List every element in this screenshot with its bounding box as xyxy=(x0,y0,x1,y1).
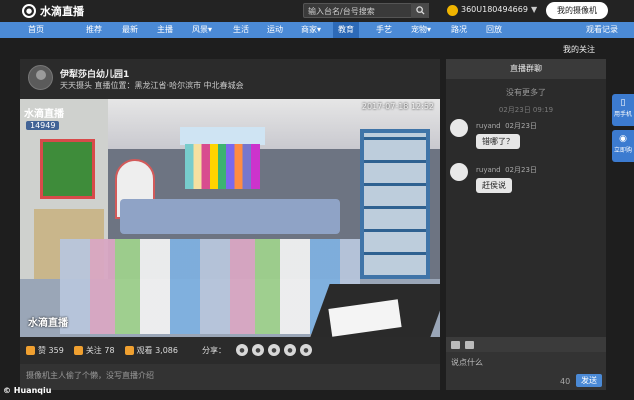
chevron-down-icon[interactable]: ▼ xyxy=(531,5,537,14)
site-logo[interactable]: ● 水滴直播 xyxy=(22,3,84,19)
stream-panel: 伊犁莎白幼儿园1 天天摄头 直播位置：黑龙江省·哈尔滨市 中北春城会 水滴直播 … xyxy=(20,59,440,390)
watch-history-link[interactable]: 观看记录 xyxy=(586,22,618,38)
wechat-share-icon[interactable]: ● xyxy=(284,344,296,356)
nav-item-business[interactable]: 商家▾ xyxy=(301,22,321,38)
nav-item-recommend[interactable]: 推荐 xyxy=(86,22,102,38)
nav-item-education[interactable]: 教育 xyxy=(333,22,359,38)
logo-text: 水滴直播 xyxy=(40,5,84,18)
view-count: 观看 3,086 xyxy=(136,345,178,355)
video-scene-board xyxy=(40,139,95,199)
video-timestamp: 2017-07-18 12:52 xyxy=(361,102,434,111)
nav-item-traffic[interactable]: 路况 xyxy=(451,22,467,38)
chat-bubble: 错哪了？ xyxy=(476,134,520,149)
video-player[interactable]: 水滴直播 14949 2017-07-18 12:52 水滴直播 xyxy=(20,99,440,337)
views-stat: 观看 3,086 xyxy=(124,345,178,356)
my-follows-link[interactable]: 我的关注 xyxy=(563,44,595,55)
video-scene-children xyxy=(60,239,360,334)
like-count: 赞 359 xyxy=(38,345,64,355)
qq-share-icon[interactable]: ● xyxy=(252,344,264,356)
side-tab-mobile[interactable]: ▯ 用手机 xyxy=(612,94,634,126)
viewer-count-badge: 14949 xyxy=(26,121,60,130)
nav-item-scenery[interactable]: 风景▾ xyxy=(192,22,212,38)
no-more-messages: 没有更多了 xyxy=(506,88,546,97)
streamer-avatar[interactable] xyxy=(28,65,53,90)
thumb-up-icon xyxy=(26,345,35,355)
nav-item-crafts[interactable]: 手艺 xyxy=(376,22,392,38)
logo-drop-icon: ● xyxy=(22,4,36,18)
chat-message-meta: ruyand 02月23日 xyxy=(476,165,537,175)
more-share-icon[interactable]: ● xyxy=(300,344,312,356)
chat-date: 02月23日 xyxy=(505,122,537,130)
search-icon xyxy=(415,6,425,15)
stream-location: 天天摄头 直播位置：黑龙江省·哈尔滨市 中北春城会 xyxy=(60,81,244,90)
video-scene-beds xyxy=(120,199,340,234)
chat-date: 02月23日 xyxy=(505,166,537,174)
top-bar: ● 水滴直播 输入台名/台号搜索 360U180494669 ▼ 我的摄像机 xyxy=(0,0,634,22)
chat-panel: 直播群聊 没有更多了 02月23日 09:19 ruyand 02月23日 错哪… xyxy=(446,59,606,390)
stream-stats: 赞 359 关注 78 观看 3,086 分享： ● ● ● ● ● xyxy=(20,341,440,359)
share-label: 分享： xyxy=(202,345,226,355)
chat-message-meta: ruyand 02月23日 xyxy=(476,121,537,131)
send-button[interactable]: 发送 xyxy=(576,374,602,387)
follow-count: 关注 78 xyxy=(85,345,115,355)
eye-icon xyxy=(124,345,134,355)
nav-item-sports[interactable]: 运动 xyxy=(267,22,283,38)
chat-username: ruyand xyxy=(476,122,501,130)
camera-icon: ◉ xyxy=(619,134,627,144)
user-avatar[interactable] xyxy=(447,5,458,16)
nav-item-life[interactable]: 生活 xyxy=(233,22,249,38)
like-button[interactable]: 赞 359 xyxy=(26,345,64,356)
category-nav: 首页 推荐 最新 主播 风景▾ 生活 运动 商家▾ 教育 手艺 宠物▾ 路况 回… xyxy=(0,22,634,38)
char-count: 40 xyxy=(560,377,571,386)
chat-toolbar xyxy=(446,337,606,352)
stream-description: 摄像机主人偷了个懒，没写直播介绍 xyxy=(20,364,440,390)
star-icon xyxy=(73,345,83,355)
video-scene-shelf xyxy=(360,129,430,279)
stream-title: 伊犁莎白幼儿园1 xyxy=(60,70,130,80)
chat-header: 直播群聊 xyxy=(446,59,606,79)
share-icons: ● ● ● ● ● xyxy=(236,344,312,356)
chat-timestamp: 02月23日 09:19 xyxy=(498,106,554,114)
qzone-share-icon[interactable]: ● xyxy=(268,344,280,356)
emoji-icon[interactable] xyxy=(465,340,474,349)
user-id[interactable]: 360U180494669 xyxy=(461,5,528,14)
search-button[interactable] xyxy=(411,3,429,18)
nav-item-latest[interactable]: 最新 xyxy=(122,22,138,38)
avatar[interactable] xyxy=(450,119,468,137)
chat-bubble: 赶侯说 xyxy=(476,178,512,193)
phone-icon: ▯ xyxy=(620,98,626,108)
image-credit: © Huanqiu xyxy=(3,386,52,395)
nav-item-home[interactable]: 首页 xyxy=(28,22,44,38)
video-scene-castle xyxy=(180,127,265,145)
video-watermark-logo: 水滴直播 xyxy=(24,109,64,120)
nav-item-replay[interactable]: 回放 xyxy=(486,22,502,38)
video-watermark-bottom: 水滴直播 xyxy=(28,318,68,329)
video-scene-curtain xyxy=(185,144,260,189)
side-tab-label: 立即购 xyxy=(613,147,632,154)
chat-username: ruyand xyxy=(476,166,501,174)
nav-item-pets[interactable]: 宠物▾ xyxy=(411,22,431,38)
nav-item-hosts[interactable]: 主播 xyxy=(157,22,173,38)
weibo-share-icon[interactable]: ● xyxy=(236,344,248,356)
my-camera-button[interactable]: 我的摄像机 xyxy=(546,2,608,19)
side-tab-buy[interactable]: ◉ 立即购 xyxy=(612,130,634,162)
side-tab-label: 用手机 xyxy=(613,111,632,118)
avatar[interactable] xyxy=(450,163,468,181)
image-icon[interactable] xyxy=(451,340,460,349)
follow-button[interactable]: 关注 78 xyxy=(73,345,115,356)
